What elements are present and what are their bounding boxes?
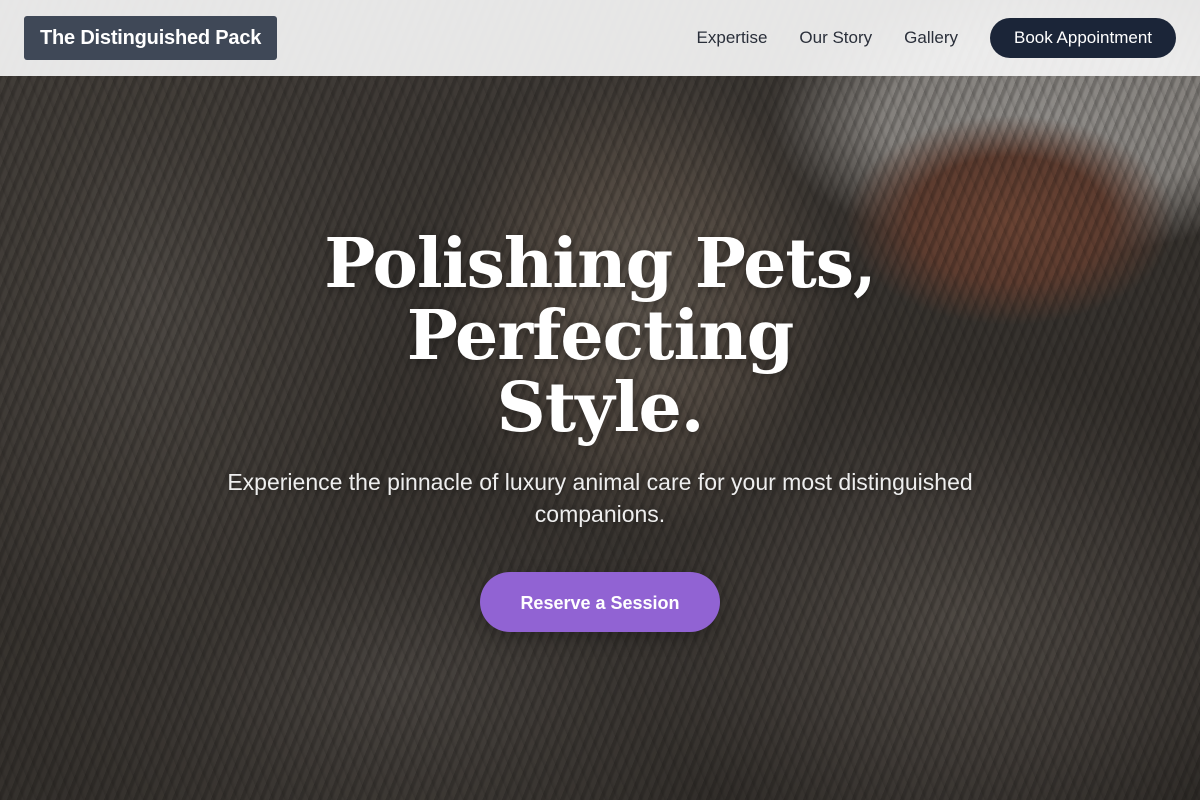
site-header: The Distinguished Pack Expertise Our Sto… [0,0,1200,76]
main-nav: Expertise Our Story Gallery Book Appoint… [697,18,1176,58]
nav-link-expertise[interactable]: Expertise [697,28,768,48]
nav-link-our-story[interactable]: Our Story [799,28,872,48]
hero-title-line-2: Style. [496,368,705,448]
hero-subtitle: Experience the pinnacle of luxury animal… [227,469,973,527]
reserve-session-button[interactable]: Reserve a Session [480,572,720,632]
nav-link-gallery[interactable]: Gallery [904,28,958,48]
hero-section: Polishing Pets, Perfecting Style. Experi… [0,228,1200,632]
hero-title: Polishing Pets, Perfecting Style. [150,228,1050,444]
book-appointment-button[interactable]: Book Appointment [990,18,1176,58]
page: The Distinguished Pack Expertise Our Sto… [0,0,1200,800]
hero-title-line-1: Polishing Pets, Perfecting [324,224,876,376]
brand-logo[interactable]: The Distinguished Pack [24,16,278,60]
